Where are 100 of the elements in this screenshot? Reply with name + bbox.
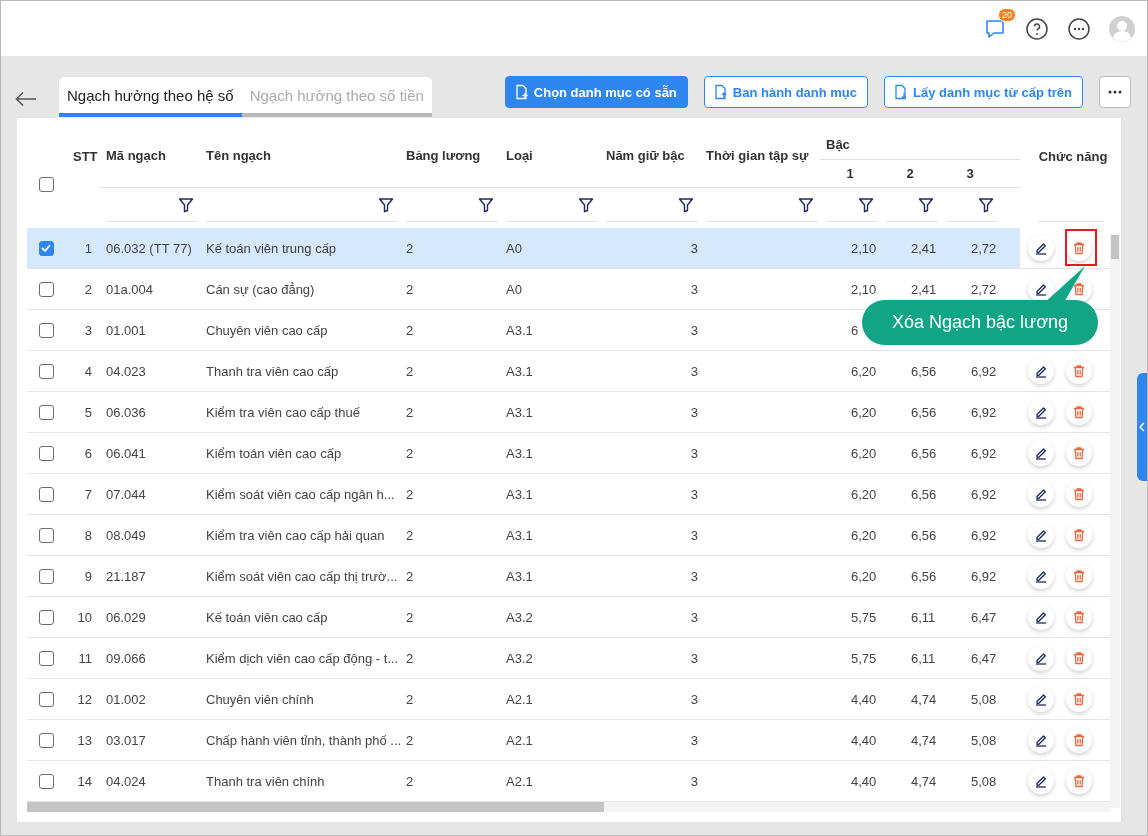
table-cell-text: 3	[689, 773, 699, 789]
delete-button[interactable]	[1066, 399, 1092, 425]
trash-icon	[1072, 610, 1086, 624]
delete-button[interactable]	[1066, 235, 1092, 261]
horizontal-scrollbar[interactable]	[27, 802, 1110, 812]
table-cell-text: 6,92	[970, 527, 998, 543]
filter-icon[interactable]	[678, 196, 694, 213]
table-cell-text: Kiểm tra viên cao cấp thuế	[205, 404, 361, 420]
table-cell-text: A2.1	[505, 773, 534, 789]
table-cell-text: 6,56	[910, 568, 938, 584]
pencil-icon	[1034, 692, 1048, 706]
row-checkbox[interactable]	[38, 568, 54, 584]
row-checkbox[interactable]	[38, 650, 54, 666]
delete-button[interactable]	[1066, 768, 1092, 794]
edit-button[interactable]	[1028, 399, 1054, 425]
delete-button[interactable]	[1066, 686, 1092, 712]
row-checkbox[interactable]	[38, 609, 54, 625]
row-checkbox[interactable]	[38, 281, 54, 297]
edit-button[interactable]	[1028, 563, 1054, 589]
more-icon	[1108, 90, 1122, 94]
table-cell-text: A0	[505, 240, 523, 256]
row-checkbox[interactable]	[38, 732, 54, 748]
column-header: Bảng lương	[406, 148, 481, 163]
row-checkbox[interactable]	[38, 773, 54, 789]
table-cell-text: 2	[405, 240, 415, 256]
table-cell-text: 2	[405, 322, 415, 338]
delete-button[interactable]	[1066, 481, 1092, 507]
delete-button[interactable]	[1066, 522, 1092, 548]
edit-button[interactable]	[1028, 522, 1054, 548]
toolbar-button[interactable]: Ban hành danh mục	[703, 76, 869, 108]
row-checkbox[interactable]	[38, 445, 54, 461]
filter-icon[interactable]	[798, 196, 814, 213]
trash-icon	[1072, 692, 1086, 706]
delete-button[interactable]	[1066, 563, 1092, 589]
filter-icon[interactable]	[578, 196, 594, 213]
pencil-icon	[1034, 569, 1048, 583]
edit-button[interactable]	[1028, 686, 1054, 712]
more-icon[interactable]	[1067, 16, 1091, 41]
table-cell-text: 6,92	[970, 363, 998, 379]
table-cell-text: 2	[405, 691, 415, 707]
filter-icon[interactable]	[858, 196, 874, 213]
table-cell-text: 3	[689, 322, 699, 338]
back-arrow-icon[interactable]	[15, 91, 37, 107]
trash-icon	[1072, 446, 1086, 460]
table-cell-text: 4,40	[850, 773, 878, 789]
table-cell-text: 6,47	[970, 609, 998, 625]
table-cell-text: Thanh tra viên chính	[205, 773, 326, 789]
table-cell-text: 4,74	[910, 773, 938, 789]
edit-button[interactable]	[1028, 604, 1054, 630]
table-cell-text: Chấp hành viên tỉnh, thành phố ...	[205, 732, 400, 748]
table-cell-text: 6,20	[850, 404, 878, 420]
delete-button[interactable]	[1066, 604, 1092, 630]
vertical-scrollbar[interactable]	[1110, 234, 1120, 808]
row-checkbox[interactable]	[38, 691, 54, 707]
table-cell-text: A2.1	[505, 691, 534, 707]
edit-button[interactable]	[1028, 440, 1054, 466]
delete-button[interactable]	[1066, 440, 1092, 466]
filter-icon[interactable]	[978, 196, 994, 213]
table-cell-text: A0	[505, 281, 523, 297]
row-checkbox[interactable]	[38, 486, 54, 502]
column-header: Năm giữ bậc	[606, 148, 685, 163]
table-cell-text: 6,56	[910, 445, 938, 461]
pencil-icon	[1034, 774, 1048, 788]
pencil-icon	[1034, 446, 1048, 460]
row-checkbox[interactable]	[38, 240, 54, 256]
filter-icon[interactable]	[378, 196, 394, 213]
trash-icon	[1072, 774, 1086, 788]
row-checkbox[interactable]	[38, 363, 54, 379]
table-cell-text: A3.1	[505, 404, 534, 420]
row-checkbox[interactable]	[38, 404, 54, 420]
delete-button[interactable]	[1066, 645, 1092, 671]
filter-icon[interactable]	[178, 196, 194, 213]
trash-icon	[1072, 364, 1086, 378]
help-icon[interactable]	[1025, 16, 1049, 41]
filter-icon[interactable]	[918, 196, 934, 213]
table-cell-text: 4	[83, 363, 93, 379]
tab[interactable]: Ngạch hưởng theo số tiền	[241, 77, 432, 117]
table-cell-text: 4,40	[850, 732, 878, 748]
table-cell-text: A3.1	[505, 486, 534, 502]
row-checkbox[interactable]	[38, 527, 54, 543]
toolbar-button[interactable]: Lấy danh mục từ cấp trên	[884, 76, 1083, 108]
delete-button[interactable]	[1066, 727, 1092, 753]
edit-button[interactable]	[1028, 358, 1054, 384]
edit-button[interactable]	[1028, 768, 1054, 794]
document-upload-icon	[712, 84, 728, 100]
side-panel-handle[interactable]	[1137, 373, 1147, 481]
edit-button[interactable]	[1028, 481, 1054, 507]
select-all-checkbox[interactable]	[38, 176, 54, 192]
toolbar-button[interactable]: Chọn danh mục có sẵn	[504, 76, 688, 108]
table-cell-text: A3.1	[505, 568, 534, 584]
row-checkbox[interactable]	[38, 322, 54, 338]
edit-button[interactable]	[1028, 727, 1054, 753]
tab[interactable]: Ngạch hưởng theo hệ số	[59, 77, 242, 117]
table-cell-text: Chuyên viên chính	[205, 691, 315, 707]
edit-button[interactable]	[1028, 235, 1054, 261]
delete-button[interactable]	[1066, 358, 1092, 384]
filter-icon[interactable]	[478, 196, 494, 213]
table-cell-text: 2	[405, 732, 415, 748]
edit-button[interactable]	[1028, 645, 1054, 671]
edit-button[interactable]	[1028, 276, 1054, 302]
